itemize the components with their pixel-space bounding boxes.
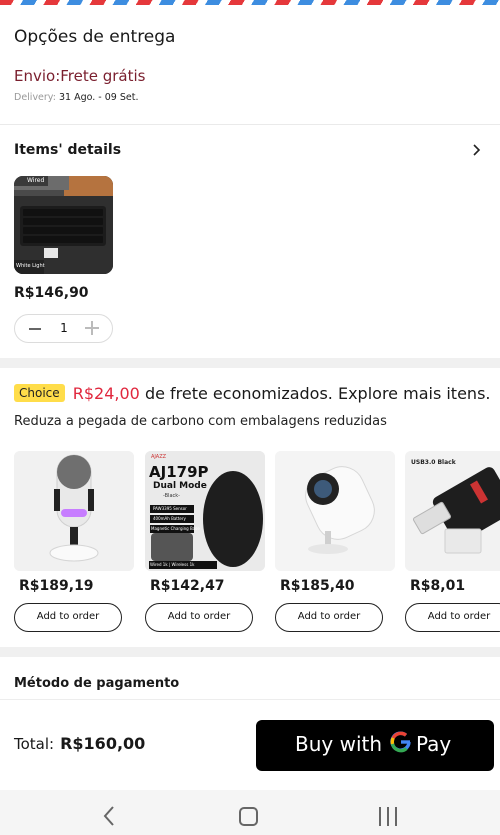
image-footer: Wired 1k | Wireless 1k (150, 562, 195, 567)
section-separator (0, 647, 500, 657)
saved-amount: R$24,00 (72, 384, 140, 403)
image-spec-3: Magnetic Charging Base (151, 526, 200, 531)
image-spec-1: PAW3395 Sensor (153, 506, 187, 511)
chevron-right-icon[interactable] (470, 142, 484, 158)
product-image[interactable]: AJ179P AJAZZ Dual Mode -Black- PAW3395 S… (145, 451, 265, 571)
shipping-method[interactable]: Envio:Frete grátis (14, 67, 145, 85)
image-brand: AJAZZ (151, 454, 167, 460)
saved-text: de frete economizados. Explore mais iten… (144, 384, 491, 403)
minus-icon[interactable] (29, 328, 41, 330)
delivery-dates: 31 Ago. - 09 Set. (58, 92, 139, 103)
product-price: R$146,90 (14, 285, 89, 301)
image-subtitle: Dual Mode (153, 481, 207, 491)
product-price: R$142,47 (150, 578, 225, 594)
product-image[interactable]: USB3.0 Black (405, 451, 500, 571)
delivery-options-title: Opções de entrega (14, 27, 176, 47)
delivery-section (0, 5, 500, 125)
product-thumbnail[interactable]: Wired White Light (14, 176, 113, 274)
add-to-order-button[interactable]: Add to order (14, 603, 122, 632)
section-separator (0, 358, 500, 368)
image-title: AJ179P (149, 463, 209, 481)
choice-badge: Choice (14, 384, 65, 402)
promo-banner: Choice R$24,00 de frete economizados. Ex… (14, 384, 490, 403)
quantity-stepper[interactable]: 1 (14, 314, 113, 343)
product-price: R$189,19 (19, 578, 94, 594)
add-to-order-button[interactable]: Add to order (405, 603, 500, 632)
delivery-estimate: Delivery: 31 Ago. - 09 Set. (14, 92, 138, 103)
add-to-order-button[interactable]: Add to order (275, 603, 383, 632)
thumb-badge-top: Wired (27, 177, 45, 184)
total-label: Total: (14, 735, 55, 753)
recommendation-carousel[interactable]: R$189,19 Add to order AJ179P AJAZZ Dual … (14, 451, 500, 636)
image-variant: -Black- (163, 493, 180, 499)
product-image[interactable] (275, 451, 395, 571)
image-spec-2: 400mAh Battery (153, 516, 186, 521)
home-icon[interactable] (239, 807, 258, 826)
pay-label: Pay (416, 732, 452, 756)
google-g-icon (390, 729, 412, 755)
divider (0, 124, 500, 125)
product-image[interactable] (14, 451, 134, 571)
promo-subtitle: Reduza a pegada de carbono com embalagen… (14, 414, 387, 429)
plus-icon[interactable] (85, 321, 99, 335)
divider (0, 699, 500, 700)
product-price: R$185,40 (280, 578, 355, 594)
system-navigation-bar (0, 790, 500, 835)
buy-with-google-pay-button[interactable]: Buy with Pay (256, 720, 494, 771)
recent-apps-icon[interactable] (378, 807, 398, 826)
image-title: USB3.0 Black (411, 459, 456, 466)
quantity-value[interactable]: 1 (55, 321, 73, 335)
total-value: R$160,00 (60, 734, 146, 753)
buy-with-label: Buy with (295, 732, 383, 756)
back-icon[interactable] (101, 805, 117, 827)
order-total: Total: R$160,00 (14, 734, 145, 753)
add-to-order-button[interactable]: Add to order (145, 603, 253, 632)
delivery-label: Delivery: (14, 92, 56, 103)
thumb-badge-bottom: White Light (16, 263, 45, 269)
product-price: R$8,01 (410, 578, 466, 594)
payment-method-title[interactable]: Método de pagamento (14, 676, 179, 691)
items-details-title[interactable]: Items' details (14, 142, 121, 158)
